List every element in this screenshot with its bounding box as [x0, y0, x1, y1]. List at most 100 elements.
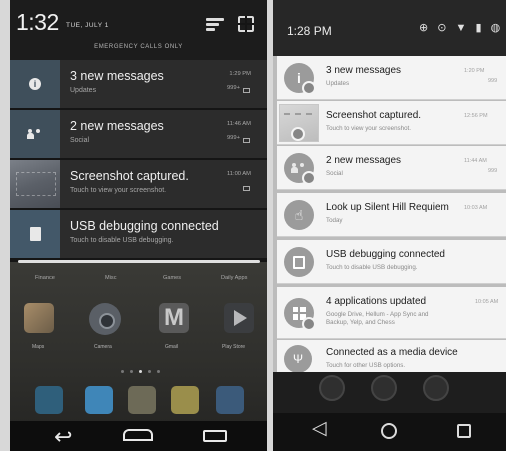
badge-icon [302, 171, 316, 185]
notification-card[interactable]: 2 new messages Social 11:44 AM 999 [277, 146, 506, 190]
notification-count: 999 [488, 78, 498, 84]
app-label: Play Store [222, 344, 246, 350]
info-icon: i [10, 60, 60, 108]
date-label: TUE, JULY 1 [66, 22, 109, 29]
notification-count: 999 [488, 168, 498, 174]
camera-app-icon[interactable] [89, 303, 121, 335]
notification-time: 11:00 AM [226, 171, 251, 177]
message-icon [243, 88, 250, 93]
notification-count: 999+ [226, 85, 240, 91]
badge-icon [302, 317, 316, 331]
notification-title: Look up Silent Hill Requiem [326, 202, 449, 213]
screen-icon [243, 186, 250, 191]
screenshot-thumbnail [10, 160, 60, 208]
play-store-app-icon[interactable] [224, 303, 254, 333]
page-indicator [121, 370, 161, 374]
right-phone-screen: 1:28 PM ⊕ ⊙ ▼ ▮ ◍ i 3 new messages Updat… [273, 0, 506, 451]
notification-card[interactable]: i 3 new messages Updates 1:29 PM 999+ [10, 60, 267, 108]
navigation-bar: ↩ [10, 421, 267, 451]
notification-card[interactable]: Screenshot captured. Touch to view your … [277, 101, 506, 145]
notification-card[interactable]: ☝ Look up Silent Hill Requiem Today 10:0… [277, 193, 506, 237]
recents-button[interactable] [457, 424, 471, 438]
notification-card[interactable]: Screenshot captured. Touch to view your … [10, 160, 267, 208]
folder-label[interactable]: Daily Apps [221, 275, 247, 281]
notification-card[interactable]: i 3 new messages Updates 1:20 PM 999 [277, 56, 506, 100]
folder-label[interactable]: Games [163, 275, 181, 281]
folder-label[interactable]: Finance [35, 275, 55, 281]
contacts-app-icon[interactable] [85, 386, 113, 414]
app-icon[interactable] [371, 375, 397, 401]
notification-title: 3 new messages [70, 69, 164, 83]
app-label: Maps [32, 344, 45, 350]
left-phone-screen: 1:32 TUE, JULY 1 EMERGENCY CALLS ONLY i … [10, 0, 267, 451]
app-drawer-icon[interactable] [128, 386, 156, 414]
notification-title: 4 applications updated [326, 296, 427, 307]
dismiss-all-icon[interactable] [206, 18, 224, 32]
home-button[interactable] [381, 423, 397, 439]
notification-time: 10:05 AM [475, 299, 499, 305]
status-bar: 1:28 PM ⊕ ⊙ ▼ ▮ ◍ [273, 0, 506, 56]
notification-card[interactable]: USB debugging connected Touch to disable… [10, 210, 267, 258]
notification-subtitle: Touch for other USB options. [326, 362, 406, 369]
notification-title: USB debugging connected [326, 249, 445, 260]
notification-subtitle: Google Drive, Hellum - App Sync and [326, 311, 429, 318]
notification-subtitle: Updates [70, 87, 97, 94]
notification-title: Connected as a media device [326, 347, 458, 358]
app-icon[interactable] [319, 375, 345, 401]
notification-count: 999+ [226, 135, 240, 141]
notification-card[interactable]: 2 new messages Social 11:46 AM 999+ [10, 110, 267, 158]
notification-title: 3 new messages [326, 65, 402, 76]
notification-time: 1:29 PM [229, 71, 251, 77]
notification-title: Screenshot captured. [70, 169, 189, 183]
notification-subtitle: Touch to view your screenshot. [70, 187, 167, 194]
people-icon [10, 110, 60, 158]
notification-time: 12:56 PM [464, 113, 488, 119]
notification-subtitle: Social [326, 170, 343, 177]
badge-icon [302, 81, 316, 95]
navigation-bar: ◁ [273, 413, 506, 451]
app-icon[interactable] [423, 375, 449, 401]
badge-icon [291, 127, 305, 141]
notification-time: 11:44 AM [464, 158, 487, 164]
notification-subtitle: Updates [326, 80, 350, 87]
quick-settings-icon[interactable] [238, 16, 254, 32]
notification-time: 11:46 AM [226, 121, 251, 127]
recents-button[interactable] [203, 430, 227, 442]
notification-subtitle: Touch to view your screenshot. [326, 125, 411, 132]
notification-title: 2 new messages [70, 119, 164, 133]
app-label: Gmail [165, 344, 179, 350]
clock: 1:28 PM [287, 24, 332, 38]
notification-subtitle: Touch to disable USB debugging. [70, 237, 174, 244]
gmail-app-icon[interactable]: M [159, 303, 189, 333]
notification-subtitle: Touch to disable USB debugging. [326, 264, 418, 271]
notification-subtitle: Today [326, 217, 343, 224]
notification-subtitle-line2: Backup, Yelp, and Chess [326, 319, 395, 326]
notification-title: 2 new messages [326, 155, 402, 166]
folder-row: Finance Misc Games Daily Apps [10, 275, 267, 287]
back-button[interactable]: ◁ [312, 419, 327, 439]
notification-title: Screenshot captured. [326, 110, 422, 121]
back-button[interactable]: ↩ [54, 426, 72, 448]
notification-title: USB debugging connected [70, 219, 219, 233]
notification-card[interactable]: USB debugging connected Touch to disable… [277, 240, 506, 284]
status-icons: ⊕ ⊙ ▼ ▮ ◍ [419, 22, 504, 34]
notification-subtitle: Social [70, 137, 90, 144]
drag-handle[interactable] [18, 260, 260, 263]
folder-label[interactable]: Misc [105, 275, 117, 281]
home-button[interactable] [123, 429, 153, 441]
usb-icon [10, 210, 60, 258]
notification-time: 1:20 PM [464, 68, 485, 74]
clock: 1:32 [16, 9, 59, 35]
maps-app-icon[interactable] [24, 303, 54, 333]
reminder-icon: ☝ [284, 200, 314, 230]
app-label: Camera [94, 344, 112, 350]
messaging-app-icon[interactable] [171, 386, 199, 414]
browser-app-icon[interactable] [216, 386, 244, 414]
notification-card[interactable]: 4 applications updated Google Drive, Hel… [277, 287, 506, 339]
notification-time: 10:03 AM [464, 205, 488, 211]
emergency-calls-label: EMERGENCY CALLS ONLY [94, 44, 183, 50]
usb-media-icon: Ψ [284, 345, 312, 373]
notification-header: 1:32 TUE, JULY 1 EMERGENCY CALLS ONLY [10, 0, 267, 60]
phone-app-icon[interactable] [35, 386, 63, 414]
message-icon [243, 138, 250, 143]
